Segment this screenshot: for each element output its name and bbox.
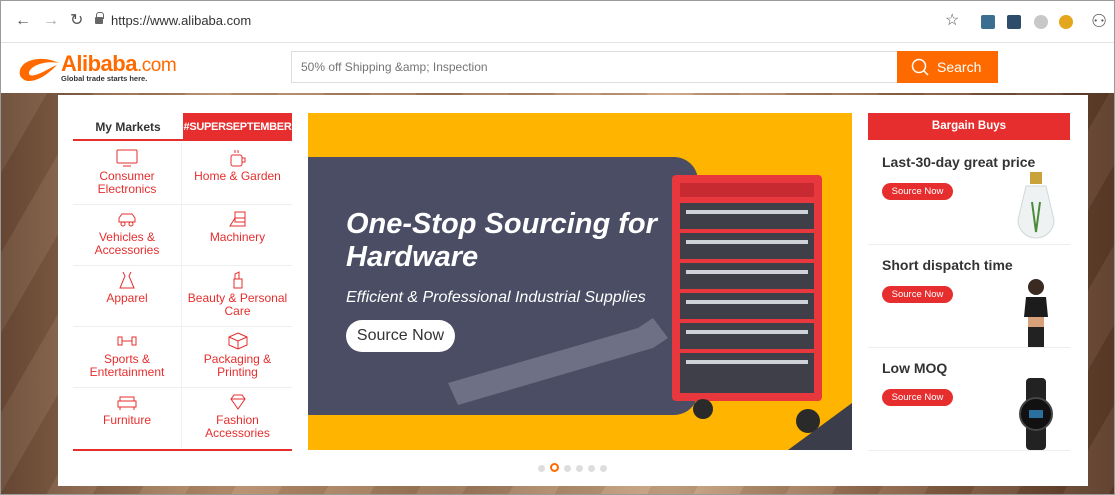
- category-label: Machinery: [209, 230, 266, 244]
- logo-tagline: Global trade starts here.: [61, 74, 148, 83]
- tab-my-markets[interactable]: My Markets: [73, 113, 183, 141]
- diamond-icon: [229, 394, 246, 410]
- search-icon: [911, 58, 929, 76]
- category-label: Vehicles & Accessories: [94, 230, 160, 257]
- search-button-label: Search: [937, 59, 982, 75]
- machine-icon: [228, 211, 245, 227]
- reload-icon[interactable]: ↻: [70, 11, 83, 31]
- deal-title: Short dispatch time: [882, 257, 1013, 273]
- lock-icon: [95, 12, 104, 24]
- category-packaging-printing[interactable]: Packaging & Printing: [183, 326, 292, 387]
- market-tabs: My Markets #SUPERSEPTEMBER: [73, 113, 292, 141]
- category-label: Furniture: [102, 413, 152, 427]
- deal-source-now-button[interactable]: Source Now: [882, 389, 953, 406]
- carousel-dot[interactable]: [564, 465, 571, 472]
- category-vehicles-accessories[interactable]: Vehicles & Accessories: [73, 204, 182, 265]
- dumbbell-icon: [117, 336, 137, 346]
- category-label: Consumer Electronics: [97, 169, 157, 196]
- site-header: Alibaba.com Global trade starts here. Se…: [1, 43, 1114, 93]
- category-beauty-personal-care[interactable]: Beauty & Personal Care: [183, 265, 292, 326]
- category-sports-entertainment[interactable]: Sports & Entertainment: [73, 326, 182, 387]
- deal-title: Low MOQ: [882, 360, 948, 376]
- banner-subtitle: Efficient & Professional Industrial Supp…: [346, 289, 646, 306]
- carousel-dot[interactable]: [538, 465, 545, 472]
- category-furniture[interactable]: Furniture: [73, 387, 182, 448]
- category-label: Sports & Entertainment: [89, 352, 165, 379]
- woman-image: [1024, 279, 1048, 347]
- tool-cabinet-image: [448, 175, 852, 450]
- logo-com: .com: [136, 55, 177, 76]
- extension-icon[interactable]: [981, 15, 995, 29]
- deal-title: Last-30-day great price: [882, 154, 1036, 170]
- tab-super-september[interactable]: #SUPERSEPTEMBER: [183, 113, 292, 141]
- car-icon: [118, 213, 136, 227]
- category-apparel[interactable]: Apparel: [73, 265, 182, 326]
- tv-icon: [116, 149, 138, 167]
- category-label: Home & Garden: [194, 169, 281, 183]
- back-icon[interactable]: ←: [15, 11, 31, 31]
- category-grid: Consumer Electronics Home & Garden Vehic…: [73, 143, 292, 451]
- category-machinery[interactable]: Machinery: [183, 204, 292, 265]
- category-fashion-accessories[interactable]: Fashion Accessories: [183, 387, 292, 448]
- extension-icon[interactable]: [1059, 15, 1073, 29]
- box-icon: [228, 332, 247, 350]
- category-label: Packaging & Printing: [203, 352, 272, 379]
- deal-source-now-button[interactable]: Source Now: [882, 183, 953, 200]
- sofa-icon: [117, 396, 137, 410]
- carousel-dot-active[interactable]: [550, 463, 559, 472]
- deal-card[interactable]: Low MOQ Source Now: [868, 348, 1070, 451]
- browser-toolbar: ← → ↻ https://www.alibaba.com ☆ ⚇: [1, 1, 1114, 43]
- search-button[interactable]: Search: [897, 51, 998, 83]
- logo-word: Alibaba: [61, 51, 137, 76]
- category-label: Fashion Accessories: [205, 413, 270, 440]
- dress-icon: [119, 271, 135, 289]
- browser-window: ← → ↻ https://www.alibaba.com ☆ ⚇ Alibab…: [0, 0, 1115, 495]
- search-box: [291, 51, 897, 83]
- search-input[interactable]: [292, 52, 897, 82]
- lipstick-icon: [233, 271, 242, 289]
- category-home-garden[interactable]: Home & Garden: [183, 143, 292, 204]
- deal-source-now-button[interactable]: Source Now: [882, 286, 953, 303]
- alibaba-logo[interactable]: Alibaba.com Global trade starts here.: [15, 51, 185, 85]
- extension-icon[interactable]: [1007, 15, 1021, 29]
- category-label: Apparel: [106, 291, 148, 305]
- forward-icon[interactable]: →: [43, 11, 59, 31]
- account-icon[interactable]: ⚇: [1091, 11, 1107, 31]
- alibaba-logo-icon: [19, 58, 59, 81]
- carousel-dot[interactable]: [576, 465, 583, 472]
- banner-title: One-Stop Sourcing for Hardware: [346, 208, 657, 273]
- category-consumer-electronics[interactable]: Consumer Electronics: [73, 143, 182, 204]
- bookmark-star-icon[interactable]: ☆: [945, 11, 959, 31]
- banner-source-now-button[interactable]: Source Now: [346, 320, 455, 352]
- category-label: Beauty & Personal Care: [187, 291, 288, 318]
- lightbulb-image: [1017, 172, 1055, 239]
- watch-image: [1019, 378, 1053, 450]
- carousel-dot[interactable]: [588, 465, 595, 472]
- extension-icon[interactable]: [1034, 15, 1048, 29]
- carousel-dot[interactable]: [600, 465, 607, 472]
- deal-card[interactable]: Short dispatch time Source Now: [868, 245, 1070, 348]
- carousel-dots: [538, 459, 612, 472]
- hero-banner[interactable]: One-Stop Sourcing for Hardware Efficient…: [308, 113, 852, 450]
- address-bar[interactable]: https://www.alibaba.com: [111, 13, 251, 28]
- bargain-buys-header: Bargain Buys: [868, 113, 1070, 140]
- mug-icon: [230, 150, 245, 167]
- deal-card[interactable]: Last-30-day great price Source Now: [868, 142, 1070, 245]
